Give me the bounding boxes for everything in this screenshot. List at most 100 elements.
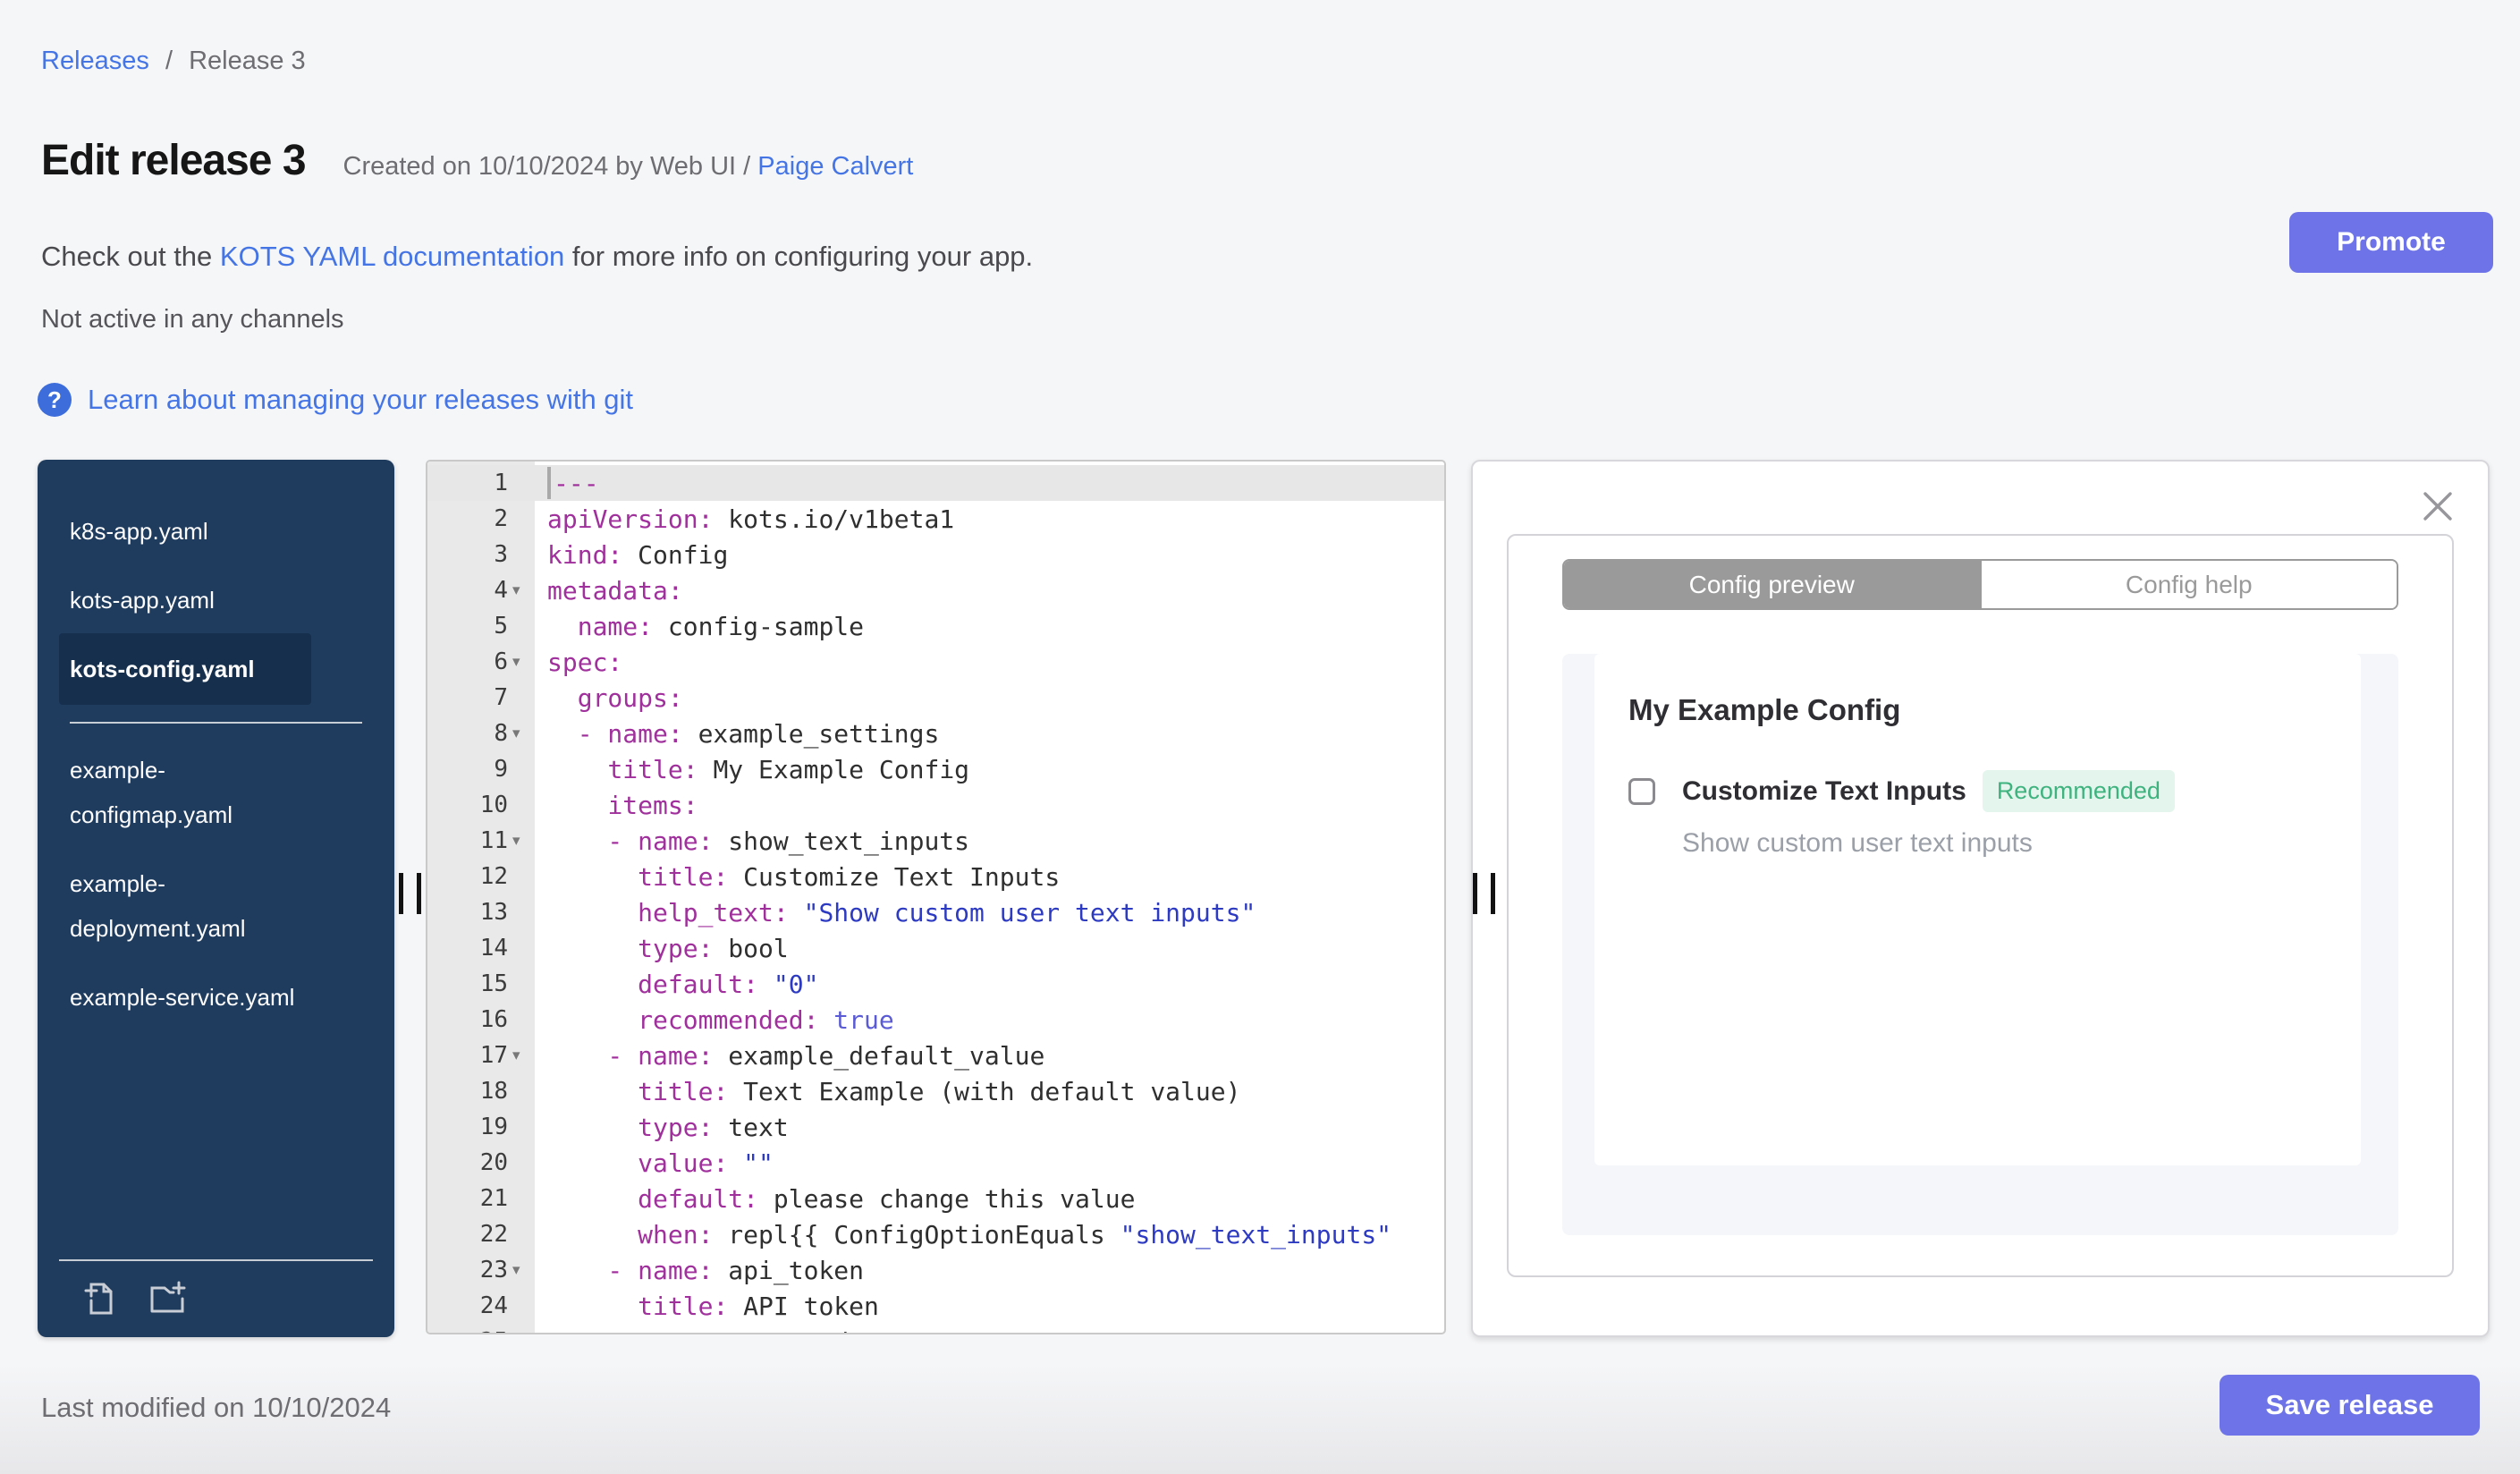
sidebar-item-kots-config[interactable]: kots-config.yaml <box>59 633 311 705</box>
docs-suffix: for more info on configuring your app. <box>564 241 1034 272</box>
code-line-17[interactable]: 17 ▾ - name: example_default_value <box>427 1038 1444 1073</box>
drag-bar <box>1473 873 1477 914</box>
sidebar-editor-drag-handle[interactable] <box>399 873 421 914</box>
code-token: type: <box>638 1112 714 1142</box>
fold-arrow-icon[interactable]: ▾ <box>508 724 535 742</box>
code-token: title: <box>607 754 698 784</box>
sidebar-bottom-divider <box>59 1259 373 1261</box>
code-line-23[interactable]: 23 ▾ - name: api_token <box>427 1252 1444 1288</box>
code-line-21[interactable]: 21 default: please change this value <box>427 1181 1444 1216</box>
code-token: groups: <box>577 682 683 713</box>
fold-arrow-icon[interactable]: ▾ <box>508 653 535 671</box>
code-line-content: spec: <box>535 644 1444 680</box>
code-line-13[interactable]: 13 help_text: "Show custom user text inp… <box>427 894 1444 930</box>
code-line-20[interactable]: 20 value: "" <box>427 1145 1444 1181</box>
close-icon[interactable] <box>2418 485 2457 528</box>
code-line-11[interactable]: 11 ▾ - name: show_text_inputs <box>427 823 1444 859</box>
line-number-text: 18 <box>479 1078 508 1105</box>
line-number-text: 22 <box>479 1221 508 1248</box>
sidebar-item-example-configmap[interactable]: example-configmap.yaml <box>59 734 311 851</box>
help-question-icon[interactable]: ? <box>38 383 72 417</box>
kots-docs-link[interactable]: KOTS YAML documentation <box>220 241 564 272</box>
promote-button[interactable]: Promote <box>2289 212 2493 273</box>
line-number: 15 <box>427 970 535 997</box>
add-folder-icon[interactable] <box>145 1275 188 1323</box>
sidebar-item-example-service[interactable]: example-service.yaml <box>59 961 311 1033</box>
sidebar-item-kots-app[interactable]: kots-app.yaml <box>59 564 311 636</box>
code-line-7[interactable]: 7 groups: <box>427 680 1444 716</box>
code-line-5[interactable]: 5 name: config-sample <box>427 608 1444 644</box>
fold-arrow-icon[interactable]: ▾ <box>508 832 535 850</box>
code-token: Text Example (with default value) <box>728 1076 1241 1106</box>
code-line-content: type: password <box>535 1324 1444 1334</box>
line-number-text: 10 <box>479 792 508 818</box>
code-line-22[interactable]: 22 when: repl{{ ConfigOptionEquals "show… <box>427 1216 1444 1252</box>
line-number: 9 <box>427 756 535 783</box>
code-token: title: <box>638 861 729 892</box>
add-file-icon[interactable] <box>77 1275 120 1323</box>
code-token: example_settings <box>682 718 940 749</box>
line-number: 2 <box>427 505 535 532</box>
editor-panel-drag-handle[interactable] <box>1473 873 1495 914</box>
code-line-3[interactable]: 3 kind: Config <box>427 537 1444 572</box>
code-token: password <box>713 1327 849 1334</box>
line-number: 4 ▾ <box>427 577 535 604</box>
code-line-content: type: text <box>535 1109 1444 1145</box>
line-number: 10 <box>427 792 535 818</box>
line-number-text: 19 <box>479 1114 508 1140</box>
code-line-24[interactable]: 24 title: API token <box>427 1288 1444 1324</box>
fold-arrow-icon[interactable]: ▾ <box>508 1046 535 1064</box>
code-token: title: <box>638 1291 729 1321</box>
line-number: 23 ▾ <box>427 1257 535 1283</box>
recommended-badge: Recommended <box>1982 770 2175 812</box>
code-token: name: <box>577 611 654 641</box>
code-line-content: title: Text Example (with default value) <box>535 1073 1444 1109</box>
save-release-button[interactable]: Save release <box>2220 1375 2480 1436</box>
fold-arrow-icon[interactable]: ▾ <box>508 581 535 599</box>
tab-config-help[interactable]: Config help <box>1979 561 2397 608</box>
sidebar-item-k8s-app[interactable]: k8s-app.yaml <box>59 496 311 567</box>
breadcrumb-current: Release 3 <box>189 47 306 75</box>
tab-config-preview[interactable]: Config preview <box>1564 561 1980 608</box>
file-sidebar: k8s-app.yaml kots-app.yaml kots-config.yam… <box>38 460 394 1337</box>
code-line-9[interactable]: 9 title: My Example Config <box>427 751 1444 787</box>
code-line-1[interactable]: 1 --- <box>427 465 1444 501</box>
code-line-14[interactable]: 14 type: bool <box>427 930 1444 966</box>
drag-bar <box>399 873 403 914</box>
breadcrumb-releases-link[interactable]: Releases <box>41 47 149 75</box>
code-line-content: title: API token <box>535 1288 1444 1324</box>
fold-arrow-icon[interactable]: ▾ <box>508 1261 535 1279</box>
code-line-16[interactable]: 16 recommended: true <box>427 1002 1444 1038</box>
code-token: --- <box>554 468 599 498</box>
code-token: spec: <box>547 647 623 677</box>
code-line-15[interactable]: 15 default: "0" <box>427 966 1444 1002</box>
line-number-text: 9 <box>494 756 508 783</box>
code-line-10[interactable]: 10 items: <box>427 787 1444 823</box>
line-number: 18 <box>427 1078 535 1105</box>
code-line-4[interactable]: 4 ▾ metadata: <box>427 572 1444 608</box>
code-line-19[interactable]: 19 type: text <box>427 1109 1444 1145</box>
code-editor[interactable]: 1 --- 2 apiVersion: kots.io/v1beta1 3 kind: C… <box>426 460 1446 1334</box>
git-releases-link[interactable]: Learn about managing your releases with … <box>88 384 633 416</box>
code-line-content: - name: show_text_inputs <box>535 823 1444 859</box>
code-line-25[interactable]: 25 type: password <box>427 1324 1444 1334</box>
customize-text-inputs-checkbox[interactable] <box>1628 777 1655 805</box>
code-line-18[interactable]: 18 title: Text Example (with default val… <box>427 1073 1444 1109</box>
code-line-8[interactable]: 8 ▾ - name: example_settings <box>427 716 1444 751</box>
line-number-text: 4 <box>494 577 508 604</box>
line-number-text: 6 <box>494 648 508 675</box>
line-number: 17 ▾ <box>427 1042 535 1069</box>
code-line-content: when: repl{{ ConfigOptionEquals "show_te… <box>535 1216 1444 1252</box>
code-line-2[interactable]: 2 apiVersion: kots.io/v1beta1 <box>427 501 1444 537</box>
code-line-12[interactable]: 12 title: Customize Text Inputs <box>427 859 1444 894</box>
drag-bar <box>1491 873 1495 914</box>
config-group-title: My Example Config <box>1628 693 1901 726</box>
sidebar-item-example-deployment[interactable]: example-deployment.yaml <box>59 848 311 964</box>
docs-line: Check out the KOTS YAML documentation fo… <box>41 241 1033 273</box>
created-author-link[interactable]: Paige Calvert <box>757 152 913 181</box>
code-line-6[interactable]: 6 ▾ spec: <box>427 644 1444 680</box>
